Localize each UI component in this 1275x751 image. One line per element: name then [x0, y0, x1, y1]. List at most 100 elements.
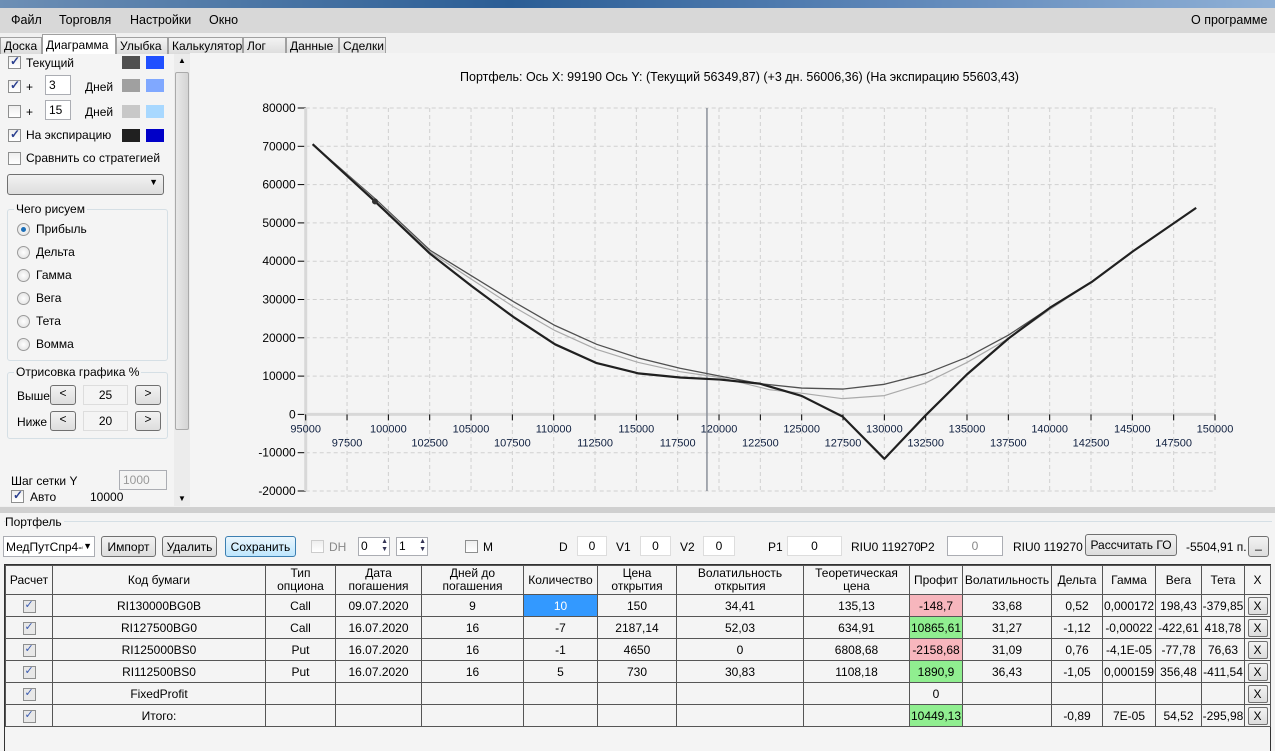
table-cell[interactable]: -1,05 — [1051, 660, 1103, 683]
days1-input[interactable]: 3 — [45, 75, 71, 95]
menu-trading[interactable]: Торговля — [59, 13, 111, 27]
expiry-checkbox[interactable] — [8, 127, 21, 142]
table-cell[interactable] — [962, 704, 1052, 727]
table-cell[interactable]: -77,78 — [1155, 638, 1202, 661]
menu-about[interactable]: О программе — [1191, 13, 1267, 27]
days1-checkbox[interactable] — [8, 78, 21, 93]
table-cell[interactable] — [1102, 682, 1156, 705]
scroll-up-icon[interactable]: ▲ — [178, 56, 186, 65]
auto-checkbox[interactable] — [11, 488, 24, 503]
column-header[interactable]: Волатильность — [962, 565, 1052, 595]
table-cell[interactable]: 1890,9 — [909, 660, 963, 683]
table-cell[interactable] — [421, 704, 524, 727]
table-cell[interactable]: -2158,68 — [909, 638, 963, 661]
table-cell[interactable] — [265, 682, 336, 705]
table-cell[interactable]: RI112500BS0 — [52, 660, 266, 683]
column-header[interactable]: Дата погашения — [335, 565, 422, 595]
table-cell[interactable]: -4,1E-05 — [1102, 638, 1156, 661]
table-cell[interactable] — [803, 682, 910, 705]
spin-arrows-icon[interactable]: ▲ ▼ — [419, 538, 426, 554]
column-header[interactable]: Теоретическая цена — [803, 565, 910, 595]
radio-vega[interactable] — [17, 292, 30, 305]
table-cell[interactable]: 0,000172 — [1102, 594, 1156, 617]
table-cell[interactable]: -379,85 — [1201, 594, 1245, 617]
table-cell[interactable]: 0,000159 — [1102, 660, 1156, 683]
table-cell[interactable] — [523, 682, 598, 705]
minimize-button[interactable]: _ — [1248, 536, 1269, 557]
current-alt-color-swatch[interactable] — [146, 56, 164, 69]
column-header[interactable]: Волатильность открытия — [676, 565, 804, 595]
table-cell[interactable]: 36,43 — [962, 660, 1052, 683]
table-cell[interactable] — [523, 704, 598, 727]
import-button[interactable]: Импорт — [101, 536, 156, 557]
above-decrease-button[interactable]: < — [50, 385, 76, 405]
table-cell[interactable]: 16 — [421, 638, 524, 661]
table-cell[interactable]: 16 — [421, 660, 524, 683]
table-row[interactable]: RI125000BS0Put16.07.202016-1465006808,68… — [5, 638, 1271, 661]
table-cell[interactable]: 0 — [909, 682, 963, 705]
column-header[interactable]: Дней до погашения — [421, 565, 524, 595]
table-cell[interactable]: 0,76 — [1051, 638, 1103, 661]
menu-file[interactable]: Файл — [11, 13, 42, 27]
tab-diagram[interactable]: Диаграмма — [42, 34, 116, 55]
radio-delta[interactable] — [17, 246, 30, 259]
table-cell[interactable] — [676, 682, 804, 705]
scroll-thumb[interactable] — [175, 72, 189, 430]
table-cell[interactable] — [597, 682, 677, 705]
scroll-down-icon[interactable]: ▼ — [178, 494, 186, 503]
table-cell[interactable]: 135,13 — [803, 594, 910, 617]
table-cell[interactable]: 09.07.2020 — [335, 594, 422, 617]
table-cell[interactable]: -411,54 — [1201, 660, 1245, 683]
days2-input[interactable]: 15 — [45, 100, 71, 120]
grid-step-input[interactable]: 1000 — [119, 470, 167, 490]
table-cell[interactable]: 10865,61 — [909, 616, 963, 639]
spin-arrows-icon[interactable]: ▲ ▼ — [381, 538, 388, 554]
strategy-dropdown[interactable]: ▼ — [7, 174, 164, 195]
calc-checkbox[interactable] — [22, 620, 36, 635]
table-cell[interactable]: 7E-05 — [1102, 704, 1156, 727]
table-cell[interactable]: 16.07.2020 — [335, 638, 422, 661]
p1-value[interactable]: 0 — [787, 536, 842, 556]
table-cell[interactable]: -422,61 — [1155, 616, 1202, 639]
table-row[interactable]: RI130000BG0BCall09.07.202091015034,41135… — [5, 594, 1271, 617]
column-header[interactable]: Количество — [523, 565, 598, 595]
column-header[interactable]: Тета — [1201, 565, 1245, 595]
delete-row-button[interactable]: X — [1247, 662, 1268, 681]
table-cell[interactable]: 31,27 — [962, 616, 1052, 639]
tab-log[interactable]: Лог — [243, 37, 286, 54]
column-header[interactable]: Расчет — [5, 565, 53, 595]
left-panel-scrollbar[interactable]: ▲ ▼ — [174, 54, 190, 506]
tab-deals[interactable]: Сделки — [339, 37, 386, 54]
table-row[interactable]: FixedProfit 0 X — [5, 682, 1271, 705]
table-cell[interactable]: Call — [265, 594, 336, 617]
days2-checkbox[interactable] — [8, 105, 21, 118]
column-header[interactable]: X — [1244, 565, 1271, 595]
table-cell[interactable]: 9 — [421, 594, 524, 617]
calc-checkbox[interactable] — [22, 598, 36, 613]
table-cell[interactable]: 54,52 — [1155, 704, 1202, 727]
table-cell[interactable] — [1201, 682, 1245, 705]
menu-settings[interactable]: Настройки — [130, 13, 191, 27]
table-cell[interactable]: 634,91 — [803, 616, 910, 639]
table-row[interactable]: RI127500BG0Call16.07.202016-72187,1452,0… — [5, 616, 1271, 639]
table-cell[interactable]: 1108,18 — [803, 660, 910, 683]
column-header[interactable]: Гамма — [1102, 565, 1156, 595]
table-cell[interactable]: Put — [265, 638, 336, 661]
current-checkbox[interactable] — [8, 54, 21, 69]
table-cell[interactable]: 356,48 — [1155, 660, 1202, 683]
table-cell[interactable]: -148,7 — [909, 594, 963, 617]
table-cell[interactable]: -0,89 — [1051, 704, 1103, 727]
dh-checkbox[interactable] — [311, 540, 324, 553]
delete-row-button[interactable]: X — [1247, 596, 1268, 615]
tab-board[interactable]: Доска — [0, 37, 42, 54]
delete-row-button[interactable]: X — [1247, 618, 1268, 637]
table-cell[interactable]: 0 — [676, 638, 804, 661]
m-checkbox[interactable] — [465, 540, 478, 553]
tab-smile[interactable]: Улыбка — [116, 37, 168, 54]
table-cell[interactable] — [335, 704, 422, 727]
delete-button[interactable]: Удалить — [162, 536, 217, 557]
menu-window[interactable]: Окно — [209, 13, 238, 27]
table-cell[interactable] — [1155, 682, 1202, 705]
column-header[interactable]: Код бумаги — [52, 565, 266, 595]
radio-theta[interactable] — [17, 315, 30, 328]
